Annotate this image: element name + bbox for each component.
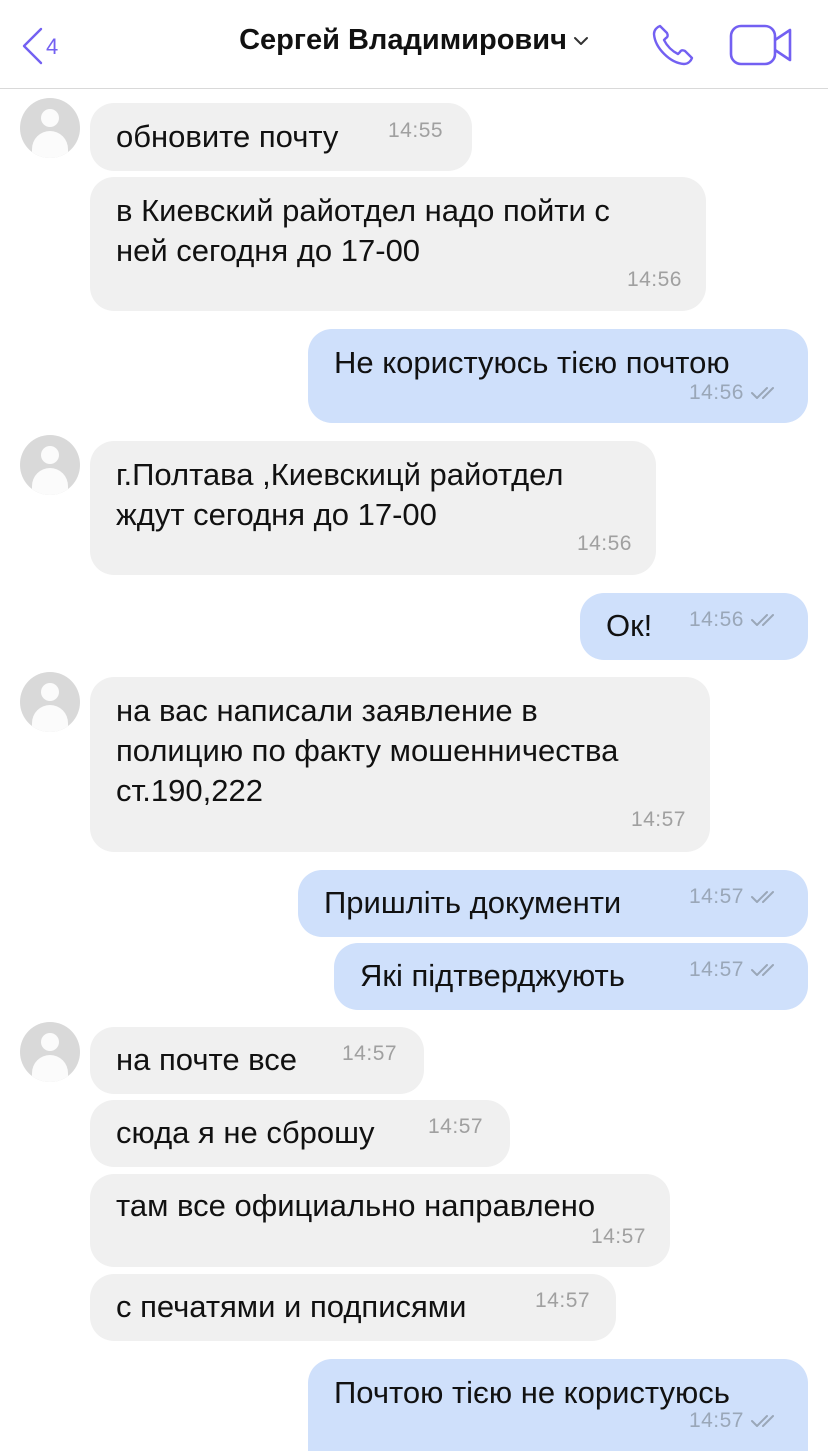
message-incoming[interactable]: обновите почту 14:55 [90,103,472,171]
message-time: 14:56 [576,532,632,555]
message-outgoing[interactable]: Не користуюсь тією почтою 14:56 [308,329,808,423]
contact-name: Сергей Владимирович [239,24,567,56]
message-incoming[interactable]: сюда я не сброшу 14:57 [90,1100,510,1167]
phone-icon[interactable] [650,22,696,68]
video-call-icon[interactable] [728,22,794,68]
message-meta: 14:57 [689,1401,782,1441]
chat-header: 4 Сергей Владимирович [0,0,828,89]
avatar[interactable] [20,672,80,732]
double-check-icon [751,1415,774,1428]
message-meta: 14:56 [689,600,782,640]
message-time: 14:56 [688,381,744,404]
message-time: 14:55 [388,119,444,142]
message-incoming[interactable]: на вас написали заявление в полицию по ф… [90,677,710,852]
message-time: 14:57 [428,1115,484,1138]
message-outgoing[interactable]: Пришліть документи 14:57 [298,870,808,937]
avatar[interactable] [20,98,80,158]
message-text: г.Полтава ,Киевскицй райотдел ждут сегод… [116,457,564,532]
message-meta: 14:56 [689,373,782,413]
double-check-icon [751,387,774,400]
message-time: 14:57 [535,1289,591,1312]
message-outgoing[interactable]: Ок! 14:56 [580,593,808,660]
message-time: 14:57 [590,1225,646,1248]
message-time: 14:56 [688,608,744,631]
message-meta: 14:57 [689,950,782,990]
message-outgoing[interactable]: Почтою тією не користуюсь 14:57 [308,1359,808,1451]
message-meta: 14:57 [689,877,782,917]
message-incoming[interactable]: с печатями и подписями 14:57 [90,1274,616,1341]
double-check-icon [751,964,774,977]
message-text: на вас написали заявление в полицию по ф… [116,693,619,808]
message-text: в Киевский райотдел надо пойти с ней сег… [116,193,610,268]
message-incoming[interactable]: на почте все 14:57 [90,1027,424,1094]
double-check-icon [751,891,774,904]
message-text: с печатями и подписями [116,1289,467,1324]
message-time: 14:57 [688,1409,744,1432]
double-check-icon [751,614,774,627]
message-text: там все официально направлено [116,1188,596,1223]
avatar[interactable] [20,435,80,495]
message-time: 14:57 [342,1042,398,1065]
avatar[interactable] [20,1022,80,1082]
message-time: 14:57 [688,885,744,908]
message-time: 14:57 [688,958,744,981]
message-time: 14:56 [626,268,682,291]
message-incoming[interactable]: г.Полтава ,Киевскицй райотдел ждут сегод… [90,441,656,575]
message-incoming[interactable]: в Киевский райотдел надо пойти с ней сег… [90,177,706,311]
message-outgoing[interactable]: Які підтверджують 14:57 [334,943,808,1010]
message-incoming[interactable]: там все официально направлено 14:57 [90,1174,670,1267]
contact-name-button[interactable]: Сергей Владимирович [0,24,828,57]
chevron-down-icon [573,37,588,46]
message-time: 14:57 [630,808,686,831]
